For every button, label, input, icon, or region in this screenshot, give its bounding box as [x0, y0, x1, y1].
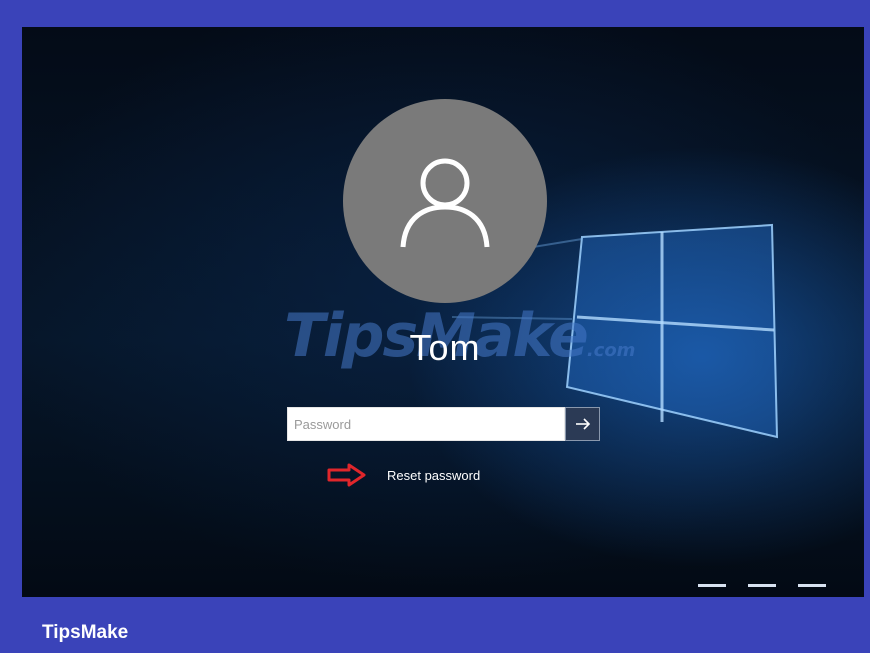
- user-icon: [400, 158, 490, 248]
- accessibility-icon[interactable]: [748, 584, 776, 597]
- watermark-suffix: .com: [586, 340, 636, 361]
- footer-brand: TipsMake: [42, 622, 129, 643]
- user-avatar: [343, 99, 547, 303]
- password-input[interactable]: [287, 407, 565, 441]
- lock-screen: TipsMake.com Tom Reset password: [22, 27, 864, 597]
- reset-password-link[interactable]: Reset password: [387, 468, 480, 483]
- submit-button[interactable]: [565, 407, 600, 441]
- red-outline-arrow-icon: [327, 463, 366, 487]
- password-form: [287, 407, 600, 441]
- network-icon[interactable]: [698, 584, 726, 597]
- power-icon[interactable]: [798, 584, 826, 597]
- reset-password-row: Reset password: [327, 463, 480, 487]
- user-name: Tom: [409, 327, 481, 368]
- arrow-right-icon: [575, 418, 590, 430]
- system-tray: [698, 584, 826, 597]
